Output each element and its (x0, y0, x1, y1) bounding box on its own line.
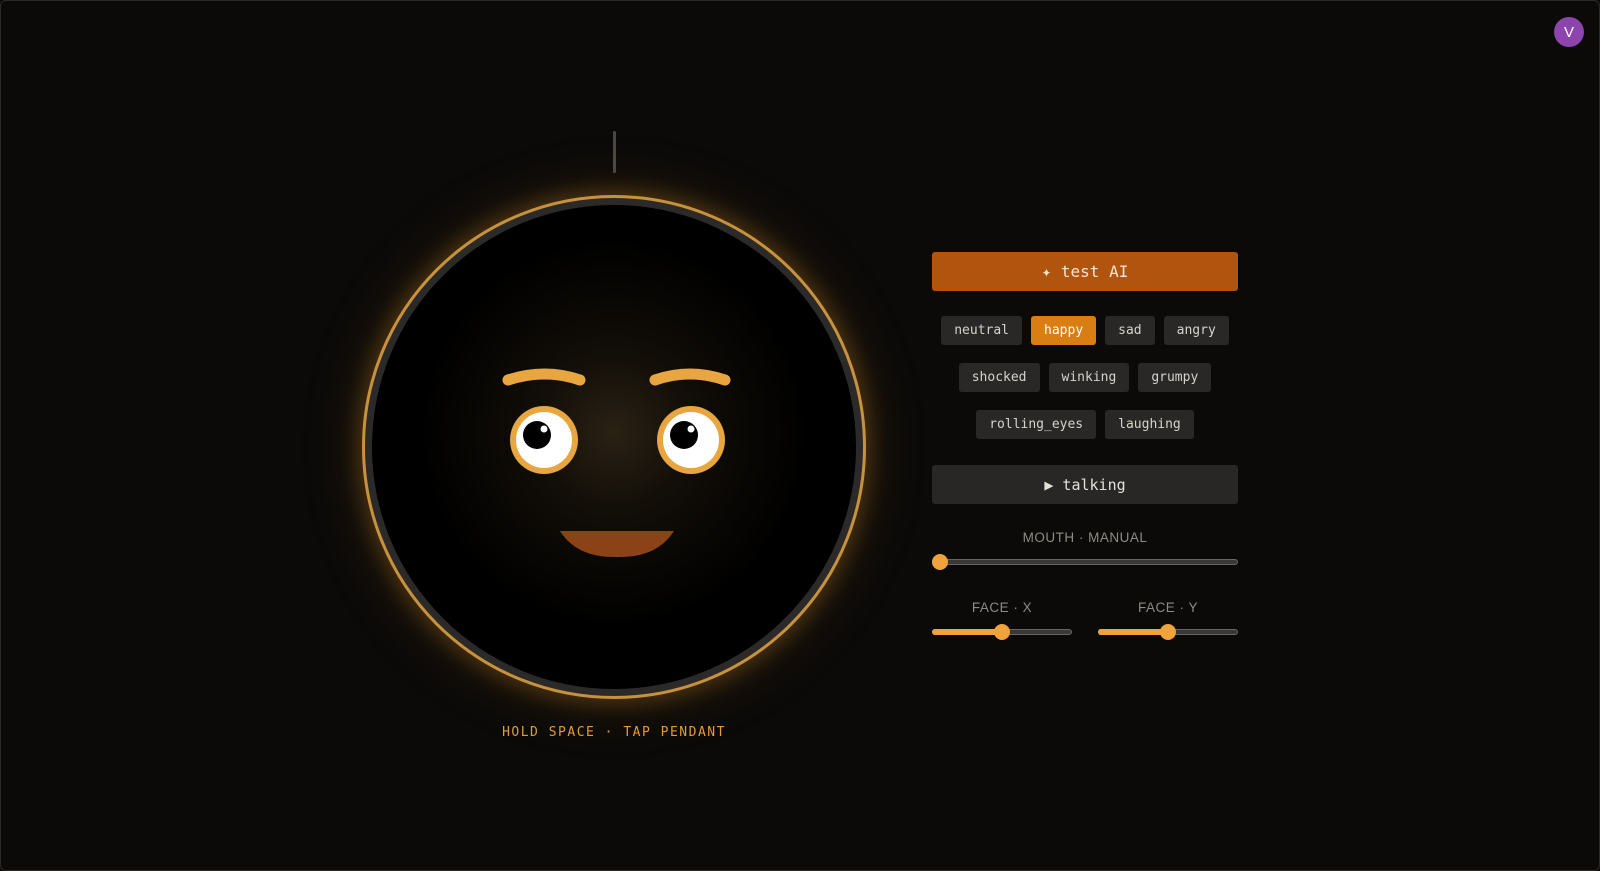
test-ai-button[interactable]: ✦ test AI (932, 252, 1238, 291)
face-drawing (502, 368, 731, 558)
face-y-label: FACE · Y (1137, 600, 1199, 615)
left-eye (510, 406, 578, 474)
expression-chip-shocked[interactable]: shocked (958, 363, 1040, 392)
right-eye (657, 406, 725, 474)
pendant-cord (613, 131, 616, 173)
mouth (560, 531, 674, 558)
mouth-slider-thumb[interactable] (932, 554, 948, 570)
pendant-face[interactable] (362, 195, 866, 699)
app-window: V HOLD SPACE · TAP PENDANT ✦ test AI neu… (0, 0, 1600, 871)
expression-chip-winking[interactable]: winking (1048, 363, 1130, 392)
face-y-slider-thumb[interactable] (1160, 624, 1176, 640)
face-position-sliders: FACE · X FACE · Y (932, 600, 1238, 642)
pendant-hint: HOLD SPACE · TAP PENDANT (502, 725, 726, 740)
expression-chip-neutral[interactable]: neutral (941, 316, 1023, 345)
expression-chip-angry[interactable]: angry (1163, 316, 1229, 345)
face-x-group: FACE · X (932, 600, 1072, 642)
face-x-label: FACE · X (971, 600, 1033, 615)
expression-chips: neutral happy sad angry shocked winking … (932, 316, 1238, 439)
mouth-slider-label: MOUTH · MANUAL (1022, 530, 1148, 545)
mouth-slider[interactable] (932, 554, 1238, 572)
right-eyebrow (649, 368, 731, 386)
talking-button[interactable]: ▶ talking (932, 465, 1238, 504)
mouth-slider-group: MOUTH · MANUAL (932, 530, 1238, 572)
face-x-slider[interactable] (932, 624, 1072, 642)
face-y-slider[interactable] (1098, 624, 1238, 642)
face-x-slider-thumb[interactable] (994, 624, 1010, 640)
expression-chip-laughing[interactable]: laughing (1105, 410, 1194, 439)
control-panel: ✦ test AI neutral happy sad angry shocke… (932, 252, 1238, 642)
expression-chip-happy[interactable]: happy (1031, 316, 1097, 345)
expression-chip-grumpy[interactable]: grumpy (1138, 363, 1212, 392)
user-avatar[interactable]: V (1554, 17, 1584, 47)
expression-chip-rolling-eyes[interactable]: rolling_eyes (976, 410, 1097, 439)
left-eyebrow (502, 368, 586, 386)
face-y-group: FACE · Y (1098, 600, 1238, 642)
expression-chip-sad[interactable]: sad (1105, 316, 1155, 345)
